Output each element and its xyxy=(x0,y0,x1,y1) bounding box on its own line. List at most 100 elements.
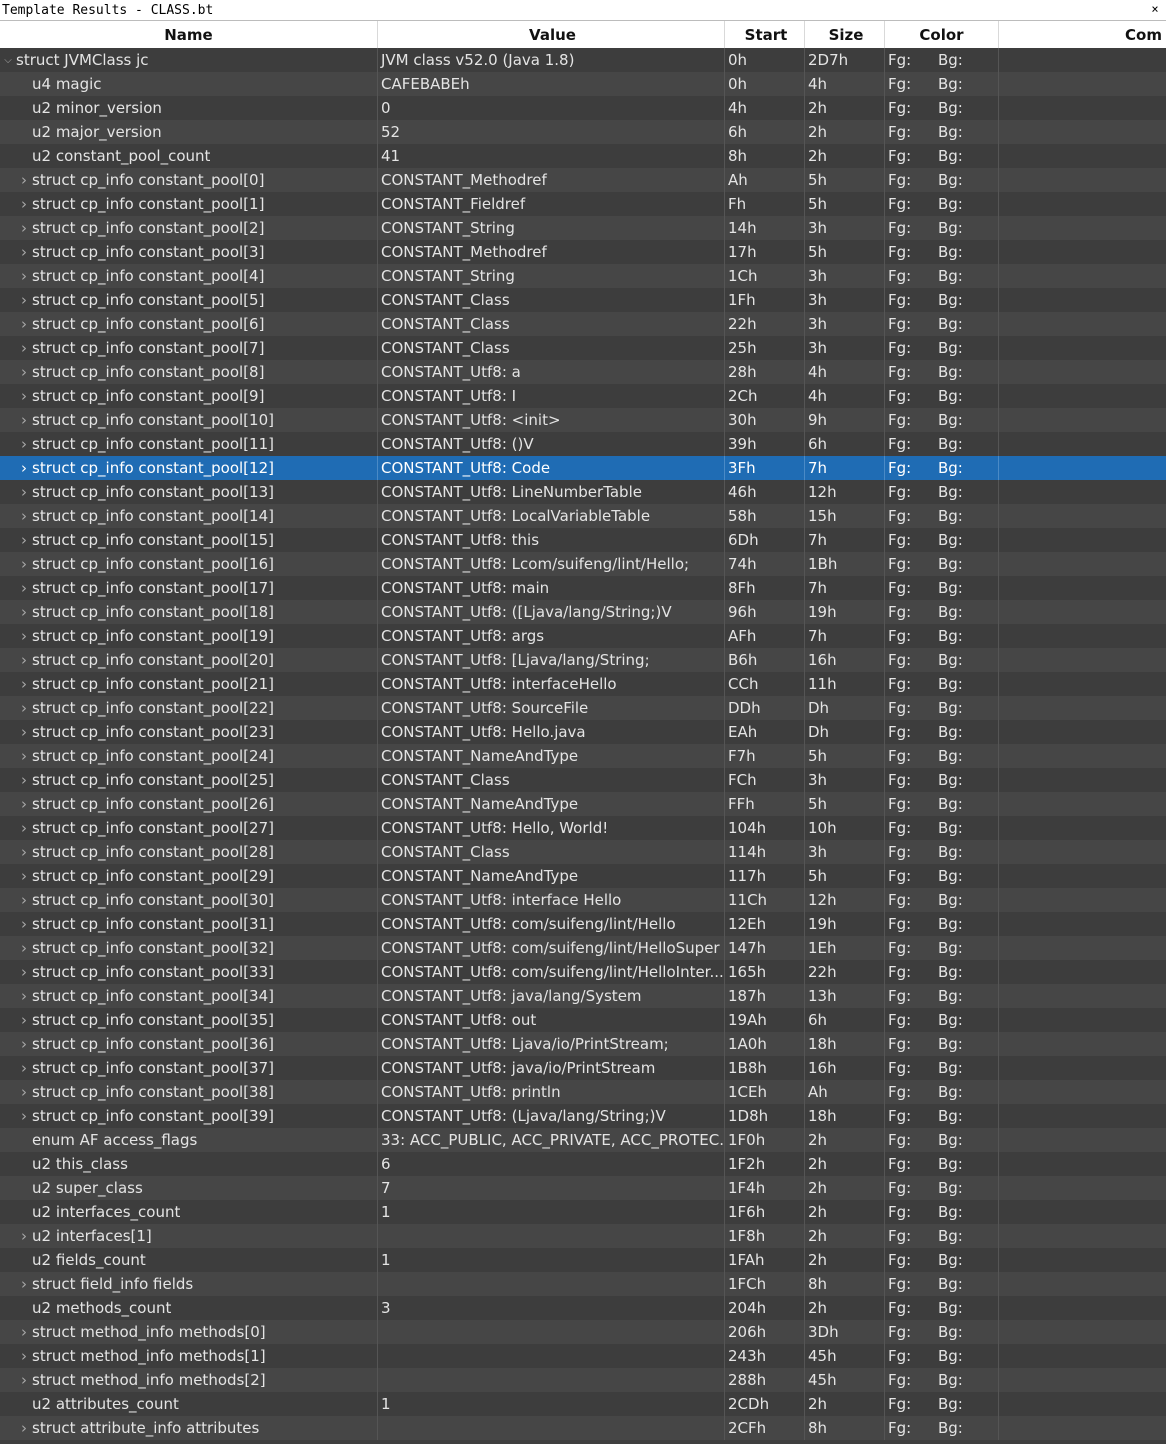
tree-row[interactable]: › struct cp_info constant_pool[23] CONSTAN… xyxy=(0,720,1166,744)
chevron-right-icon[interactable]: › xyxy=(16,675,32,693)
tree-row[interactable]: › struct cp_info constant_pool[26] CONSTAN… xyxy=(0,792,1166,816)
tree-row[interactable]: › struct cp_info constant_pool[37] CONSTAN… xyxy=(0,1056,1166,1080)
chevron-right-icon[interactable]: › xyxy=(16,795,32,813)
tree-row[interactable]: › struct cp_info constant_pool[39] CONSTAN… xyxy=(0,1104,1166,1128)
chevron-right-icon[interactable]: › xyxy=(16,699,32,717)
chevron-right-icon[interactable]: › xyxy=(16,195,32,213)
tree-row[interactable]: › struct cp_info constant_pool[21] CONSTAN… xyxy=(0,672,1166,696)
tree-row[interactable]: › struct cp_info constant_pool[0] CONSTANT… xyxy=(0,168,1166,192)
tree-row[interactable]: ⌵ struct JVMClass jc JVM class v52.0 (Java… xyxy=(0,48,1166,72)
tree-row[interactable]: u2 methods_count 3 204h 2h Fg: Bg: xyxy=(0,1296,1166,1320)
tree-row[interactable]: › struct cp_info constant_pool[38] CONSTAN… xyxy=(0,1080,1166,1104)
chevron-right-icon[interactable]: › xyxy=(16,1227,32,1245)
tree-row[interactable]: › struct cp_info constant_pool[7] CONSTANT… xyxy=(0,336,1166,360)
tree-row[interactable]: u2 fields_count 1 1FAh 2h Fg: Bg: xyxy=(0,1248,1166,1272)
tree-row[interactable]: u2 minor_version 0 4h 2h Fg: Bg: xyxy=(0,96,1166,120)
chevron-right-icon[interactable]: › xyxy=(16,723,32,741)
chevron-right-icon[interactable]: › xyxy=(16,459,32,477)
chevron-right-icon[interactable]: › xyxy=(16,1035,32,1053)
tree-row[interactable]: u2 constant_pool_count 41 8h 2h Fg: Bg: xyxy=(0,144,1166,168)
tree-row[interactable]: u2 major_version 52 6h 2h Fg: Bg: xyxy=(0,120,1166,144)
chevron-right-icon[interactable]: › xyxy=(16,1107,32,1125)
chevron-right-icon[interactable]: › xyxy=(16,1323,32,1341)
chevron-right-icon[interactable]: › xyxy=(16,507,32,525)
chevron-right-icon[interactable]: › xyxy=(16,843,32,861)
tree-row[interactable]: › struct cp_info constant_pool[30] CONSTAN… xyxy=(0,888,1166,912)
chevron-right-icon[interactable]: › xyxy=(16,339,32,357)
chevron-right-icon[interactable]: › xyxy=(16,579,32,597)
tree-row[interactable]: › struct method_info methods[0] 206h 3Dh Fg:… xyxy=(0,1320,1166,1344)
chevron-right-icon[interactable]: › xyxy=(16,483,32,501)
tree-row[interactable]: u2 interfaces_count 1 1F6h 2h Fg: Bg: xyxy=(0,1200,1166,1224)
tree-row[interactable]: › struct cp_info constant_pool[14] CONSTAN… xyxy=(0,504,1166,528)
chevron-right-icon[interactable]: › xyxy=(16,987,32,1005)
tree-row[interactable]: › struct cp_info constant_pool[19] CONSTAN… xyxy=(0,624,1166,648)
column-header-color[interactable]: Color xyxy=(885,21,999,48)
column-header-comment[interactable]: Com xyxy=(999,21,1166,48)
tree-row[interactable]: › struct attribute_info attributes 2CFh 8h F… xyxy=(0,1416,1166,1440)
chevron-right-icon[interactable]: › xyxy=(16,867,32,885)
chevron-right-icon[interactable]: › xyxy=(16,387,32,405)
tree-row[interactable]: › struct cp_info constant_pool[8] CONSTANT… xyxy=(0,360,1166,384)
tree-row[interactable]: u4 magic CAFEBABEh 0h 4h Fg: Bg: xyxy=(0,72,1166,96)
tree-row[interactable]: › struct cp_info constant_pool[20] CONSTAN… xyxy=(0,648,1166,672)
tree-row[interactable]: › struct cp_info constant_pool[15] CONSTAN… xyxy=(0,528,1166,552)
chevron-right-icon[interactable]: › xyxy=(16,819,32,837)
chevron-right-icon[interactable]: › xyxy=(16,627,32,645)
tree-row[interactable]: › struct cp_info constant_pool[18] CONSTAN… xyxy=(0,600,1166,624)
tree-row[interactable]: › struct cp_info constant_pool[4] CONSTANT… xyxy=(0,264,1166,288)
tree-row[interactable]: › struct cp_info constant_pool[34] CONSTAN… xyxy=(0,984,1166,1008)
chevron-right-icon[interactable]: › xyxy=(16,1347,32,1365)
chevron-right-icon[interactable]: › xyxy=(16,219,32,237)
tree-row[interactable]: › struct cp_info constant_pool[27] CONSTAN… xyxy=(0,816,1166,840)
tree-row[interactable]: › struct cp_info constant_pool[28] CONSTAN… xyxy=(0,840,1166,864)
chevron-right-icon[interactable]: › xyxy=(16,291,32,309)
tree-row[interactable]: › struct cp_info constant_pool[5] CONSTANT… xyxy=(0,288,1166,312)
tree-row[interactable]: › struct method_info methods[2] 288h 45h Fg:… xyxy=(0,1368,1166,1392)
tree-row[interactable]: › struct cp_info constant_pool[9] CONSTANT… xyxy=(0,384,1166,408)
column-header-value[interactable]: Value xyxy=(378,21,725,48)
chevron-right-icon[interactable]: › xyxy=(16,747,32,765)
column-header-name[interactable]: Name xyxy=(0,21,378,48)
tree-row[interactable]: › struct cp_info constant_pool[16] CONSTAN… xyxy=(0,552,1166,576)
tree-row[interactable]: › struct cp_info constant_pool[1] CONSTANT… xyxy=(0,192,1166,216)
chevron-right-icon[interactable]: › xyxy=(16,1419,32,1437)
chevron-right-icon[interactable]: › xyxy=(16,171,32,189)
chevron-right-icon[interactable]: › xyxy=(16,771,32,789)
tree-row[interactable]: u2 this_class 6 1F2h 2h Fg: Bg: xyxy=(0,1152,1166,1176)
tree-row[interactable]: › struct cp_info constant_pool[3] CONSTANT… xyxy=(0,240,1166,264)
chevron-right-icon[interactable]: › xyxy=(16,363,32,381)
chevron-right-icon[interactable]: › xyxy=(16,531,32,549)
chevron-right-icon[interactable]: › xyxy=(16,315,32,333)
chevron-right-icon[interactable]: › xyxy=(16,435,32,453)
chevron-right-icon[interactable]: › xyxy=(16,555,32,573)
tree-row[interactable]: › struct cp_info constant_pool[33] CONSTAN… xyxy=(0,960,1166,984)
chevron-right-icon[interactable]: › xyxy=(16,915,32,933)
tree-row[interactable]: › struct field_info fields 1FCh 8h Fg: Bg: xyxy=(0,1272,1166,1296)
chevron-down-icon[interactable]: ⌵ xyxy=(0,55,16,66)
column-header-start[interactable]: Start xyxy=(725,21,805,48)
chevron-right-icon[interactable]: › xyxy=(16,1059,32,1077)
close-icon[interactable]: × xyxy=(1148,0,1162,18)
chevron-right-icon[interactable]: › xyxy=(16,1275,32,1293)
tree-row[interactable]: › struct cp_info constant_pool[17] CONSTAN… xyxy=(0,576,1166,600)
tree-row[interactable]: › struct cp_info constant_pool[32] CONSTAN… xyxy=(0,936,1166,960)
tree-row[interactable]: › struct cp_info constant_pool[29] CONSTAN… xyxy=(0,864,1166,888)
chevron-right-icon[interactable]: › xyxy=(16,963,32,981)
tree-row[interactable]: › u2 interfaces[1] 1F8h 2h Fg: Bg: xyxy=(0,1224,1166,1248)
chevron-right-icon[interactable]: › xyxy=(16,243,32,261)
tree-row[interactable]: › struct cp_info constant_pool[36] CONSTAN… xyxy=(0,1032,1166,1056)
chevron-right-icon[interactable]: › xyxy=(16,651,32,669)
tree-row[interactable]: › struct cp_info constant_pool[25] CONSTAN… xyxy=(0,768,1166,792)
tree-row[interactable]: › struct cp_info constant_pool[6] CONSTANT… xyxy=(0,312,1166,336)
tree-row[interactable]: › struct cp_info constant_pool[11] CONSTAN… xyxy=(0,432,1166,456)
tree-row[interactable]: › struct cp_info constant_pool[2] CONSTANT… xyxy=(0,216,1166,240)
tree-row[interactable]: › struct method_info methods[1] 243h 45h Fg:… xyxy=(0,1344,1166,1368)
chevron-right-icon[interactable]: › xyxy=(16,411,32,429)
column-header-size[interactable]: Size xyxy=(805,21,885,48)
tree-row[interactable]: › struct cp_info constant_pool[35] CONSTAN… xyxy=(0,1008,1166,1032)
chevron-right-icon[interactable]: › xyxy=(16,603,32,621)
tree-row[interactable]: › struct cp_info constant_pool[12] CONSTAN… xyxy=(0,456,1166,480)
tree-row[interactable]: › struct cp_info constant_pool[10] CONSTAN… xyxy=(0,408,1166,432)
tree-row[interactable]: › struct cp_info constant_pool[22] CONSTAN… xyxy=(0,696,1166,720)
